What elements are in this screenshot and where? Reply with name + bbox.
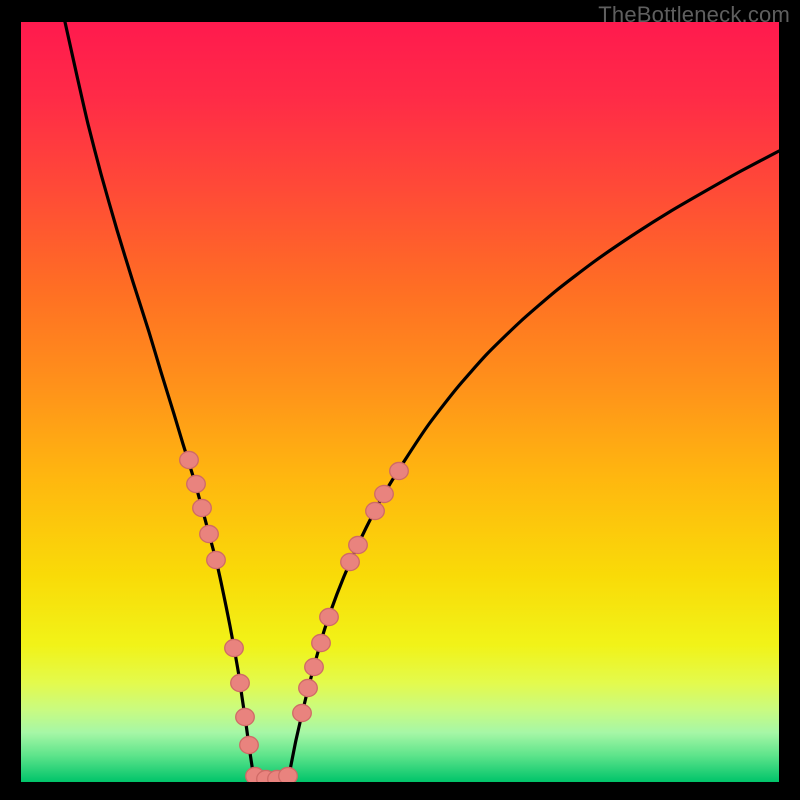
curve-layer — [21, 22, 779, 782]
plot-area — [21, 22, 779, 782]
marker-left — [207, 551, 226, 568]
marker-right — [312, 634, 331, 651]
bottleneck-curve — [65, 22, 779, 779]
marker-left — [240, 736, 259, 753]
frame-border — [779, 0, 800, 800]
marker-right — [366, 502, 385, 519]
watermark-text: TheBottleneck.com — [598, 2, 790, 28]
chart-canvas: TheBottleneck.com — [0, 0, 800, 800]
marker-left — [225, 639, 244, 656]
frame-border — [0, 782, 800, 800]
marker-right — [305, 658, 324, 675]
marker-right — [375, 485, 394, 502]
data-markers — [180, 451, 409, 787]
marker-left — [200, 525, 219, 542]
frame-border — [0, 0, 21, 800]
marker-right — [299, 679, 318, 696]
marker-left — [231, 674, 250, 691]
marker-right — [390, 462, 409, 479]
marker-right — [320, 608, 339, 625]
marker-left — [193, 499, 212, 516]
marker-left — [180, 451, 199, 468]
marker-left — [187, 475, 206, 492]
marker-right — [341, 553, 360, 570]
marker-right — [349, 536, 368, 553]
marker-right — [293, 704, 312, 721]
marker-left — [236, 708, 255, 725]
